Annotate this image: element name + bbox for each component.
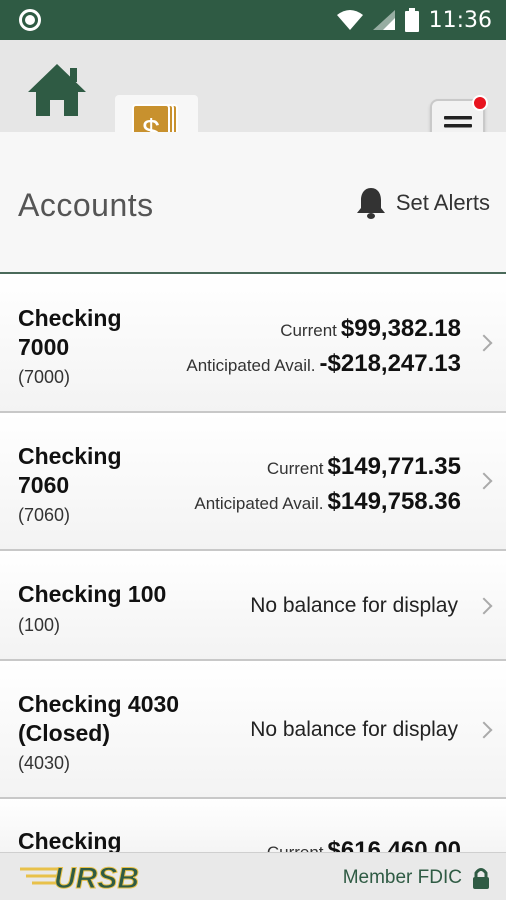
status-time: 11:36 <box>428 7 492 33</box>
set-alerts-button[interactable]: Set Alerts <box>356 186 490 220</box>
current-balance: Current $149,771.35 <box>267 453 461 481</box>
page-header: Accounts Set Alerts <box>0 132 506 274</box>
account-number: (4030) <box>18 753 71 773</box>
account-name: Checking <box>18 305 122 331</box>
no-balance-text: No balance for display <box>250 594 458 617</box>
account-name-line2: (Closed) <box>18 720 110 746</box>
account-row[interactable]: Checking 7000 (7000) Current $99,382.18 … <box>0 275 506 413</box>
member-fdic-text: Member FDIC <box>342 867 462 888</box>
logo-text: URSB <box>54 862 139 893</box>
current-label: Current <box>280 321 337 340</box>
wifi-icon <box>336 10 363 30</box>
lock-icon <box>473 868 489 889</box>
chevron-right-icon <box>475 597 493 615</box>
current-label: Current <box>266 459 324 478</box>
anticipated-label: Anticipated Avail. <box>186 356 316 375</box>
current-balance: Current $99,382.18 <box>280 315 461 343</box>
account-name: Checking 4030 <box>18 691 180 717</box>
account-name: Checking <box>18 443 122 469</box>
status-indicators: 11:36 <box>336 0 492 40</box>
home-tab[interactable] <box>24 60 90 120</box>
account-number: (7060) <box>18 505 71 525</box>
account-name-line2: 7060 <box>18 472 70 498</box>
account-number: (7000) <box>18 367 71 387</box>
chevron-right-icon <box>475 472 493 490</box>
account-name: Checking 100 <box>18 581 167 607</box>
chevron-right-icon <box>475 334 493 352</box>
anticipated-balance: Anticipated Avail. $149,758.36 <box>194 488 461 516</box>
top-nav: $ <box>0 40 506 172</box>
notification-dot <box>472 95 488 111</box>
status-bar: 11:36 <box>0 0 506 40</box>
account-list: Checking 7000 (7000) Current $99,382.18 … <box>0 275 506 864</box>
anticipated-amount: -$218,247.13 <box>319 350 461 377</box>
anticipated-balance: Anticipated Avail. -$218,247.13 <box>186 350 461 378</box>
home-icon <box>28 64 86 116</box>
anticipated-label: Anticipated Avail. <box>194 494 324 513</box>
account-row[interactable]: Checking Current $616,460.00 <box>0 799 506 864</box>
current-amount: $99,382.18 <box>340 315 461 342</box>
ursb-logo: URSB <box>18 859 188 898</box>
battery-icon <box>404 8 419 32</box>
anticipated-amount: $149,758.36 <box>327 488 461 515</box>
page-title: Accounts <box>18 187 154 223</box>
account-row[interactable]: Checking 100 (100) No balance for displa… <box>0 551 506 661</box>
set-alerts-label: Set Alerts <box>395 190 490 215</box>
current-amount: $149,771.35 <box>327 453 461 480</box>
chevron-right-icon <box>475 721 493 739</box>
bell-icon <box>356 188 385 219</box>
notification-circle-icon <box>19 9 41 31</box>
account-name-line2: 7000 <box>18 334 70 360</box>
account-number: (100) <box>18 615 61 635</box>
no-balance-text: No balance for display <box>250 718 458 741</box>
account-row[interactable]: Checking 4030 (Closed) (4030) No balance… <box>0 661 506 799</box>
account-row[interactable]: Checking 7060 (7060) Current $149,771.35… <box>0 413 506 551</box>
footer: URSB Member FDIC <box>0 852 506 900</box>
signal-icon <box>372 10 395 30</box>
